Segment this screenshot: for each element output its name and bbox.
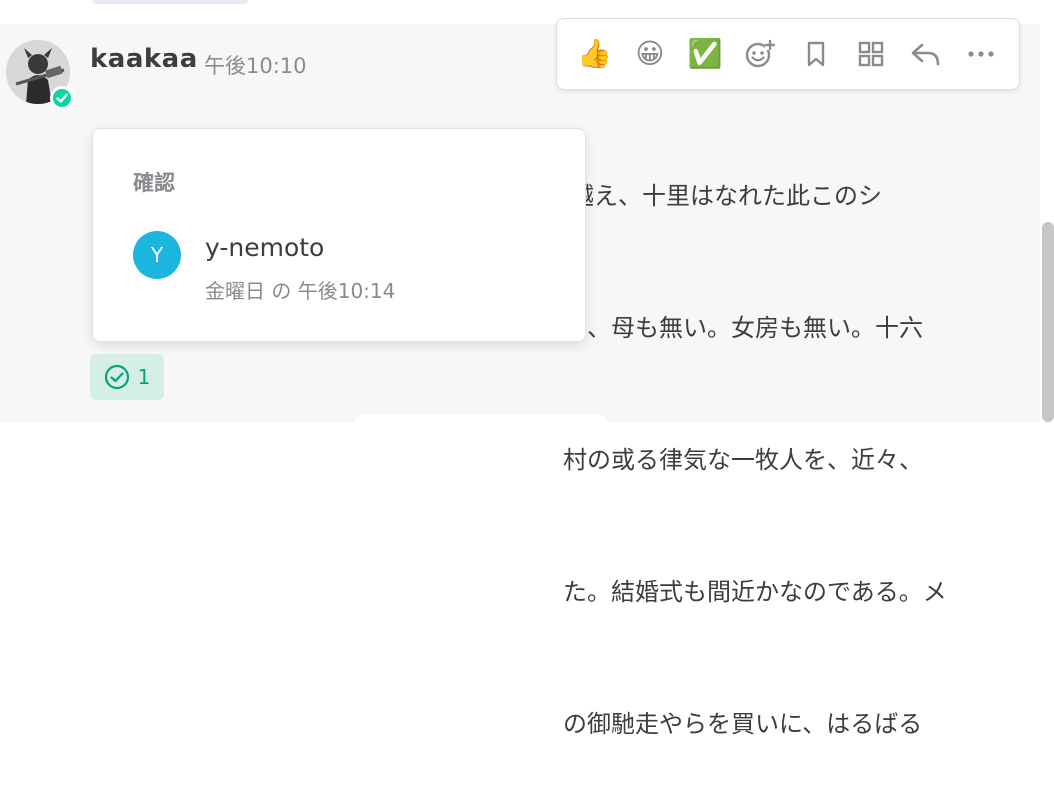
message-line: た。結婚式も間近かなのである。メ <box>90 578 947 606</box>
acknowledgement-popover: 確認 Y y-nemoto 金曜日 の 午後10:14 <box>92 128 586 342</box>
scrollbar[interactable] <box>1042 222 1054 422</box>
more-actions-icon[interactable] <box>961 34 1001 74</box>
thumbsup-reaction-button[interactable]: 👍 <box>575 34 615 74</box>
check-icon <box>56 93 68 103</box>
add-reaction-icon[interactable] <box>740 34 780 74</box>
ack-user-name[interactable]: y-nemoto <box>205 233 324 262</box>
bookmark-icon[interactable] <box>796 34 836 74</box>
grinning-reaction-button[interactable]: 😀 <box>630 34 670 74</box>
check-reaction-button[interactable]: ✅ <box>685 34 725 74</box>
ack-user-time: 金曜日 の 午後10:14 <box>205 279 396 303</box>
previous-element-edge <box>92 0 248 4</box>
post-hover-toolbar: 👍 😀 ✅ <box>556 18 1020 90</box>
apps-grid-icon[interactable] <box>851 34 891 74</box>
post-username[interactable]: kaakaa <box>90 44 198 74</box>
online-status-badge <box>50 86 74 110</box>
check-circle-icon <box>104 364 129 390</box>
ack-user-avatar[interactable]: Y <box>133 231 181 279</box>
message-line: 村の或る律気な一牧人を、近々、 <box>90 446 923 474</box>
next-element-edge <box>356 414 606 430</box>
ack-count: 1 <box>137 365 151 389</box>
message-line: の御馳走やらを買いに、はるばる <box>90 710 923 738</box>
post-timestamp[interactable]: 午後10:10 <box>204 50 307 80</box>
acknowledge-button[interactable]: 1 <box>90 354 164 400</box>
reply-icon[interactable] <box>906 34 946 74</box>
popover-title: 確認 <box>133 171 175 195</box>
